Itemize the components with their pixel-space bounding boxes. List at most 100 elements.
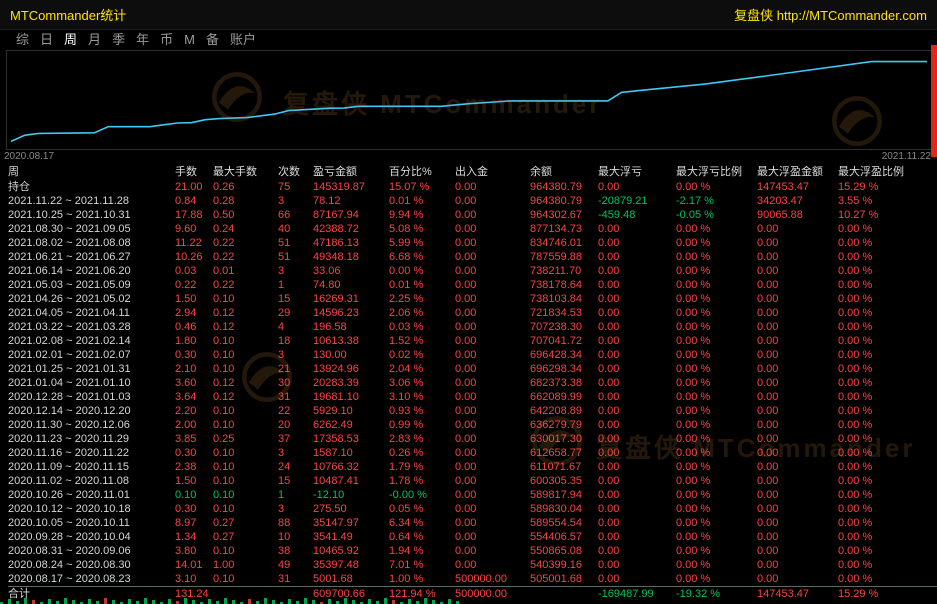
table-row[interactable]: 2021.04.26 ~ 2021.05.021.500.101516269.3… bbox=[8, 292, 937, 306]
table-row[interactable]: 2020.11.09 ~ 2020.11.152.380.102410766.3… bbox=[8, 460, 937, 474]
table-row[interactable]: 2020.08.17 ~ 2020.08.233.100.10315001.68… bbox=[8, 572, 937, 587]
cell: 1.00 % bbox=[389, 572, 455, 587]
cell: 0.00 % bbox=[676, 292, 757, 306]
table-row[interactable]: 2020.11.16 ~ 2020.11.220.300.1031587.100… bbox=[8, 446, 937, 460]
table-body: 持仓21.000.2675145319.8715.07 %0.00964380.… bbox=[8, 180, 937, 601]
menu-item-quarter[interactable]: 季 bbox=[112, 30, 125, 50]
brand-link[interactable]: 复盘侠 http://MTCommander.com bbox=[734, 5, 927, 24]
table-row[interactable]: 2021.05.03 ~ 2021.05.090.220.22174.800.0… bbox=[8, 278, 937, 292]
table-row[interactable]: 2020.10.12 ~ 2020.10.180.300.103275.500.… bbox=[8, 502, 937, 516]
cell: 0.00 bbox=[757, 404, 838, 418]
table-row[interactable]: 2021.02.01 ~ 2021.02.070.300.103130.000.… bbox=[8, 348, 937, 362]
cell: 1.00 bbox=[213, 558, 278, 572]
cell: 3.80 bbox=[175, 544, 213, 558]
cell: 2.25 % bbox=[389, 292, 455, 306]
cell: 0.00 % bbox=[676, 348, 757, 362]
period-cell: 2020.11.02 ~ 2020.11.08 bbox=[8, 474, 175, 488]
menu-item-currency[interactable]: 币 bbox=[160, 30, 173, 50]
cell: 0.00 bbox=[757, 264, 838, 278]
table-row[interactable]: 2021.04.05 ~ 2021.04.112.940.122914596.2… bbox=[8, 306, 937, 320]
cell: 0.12 bbox=[213, 306, 278, 320]
cell: 738103.84 bbox=[530, 292, 598, 306]
table-row[interactable]: 2021.06.21 ~ 2021.06.2710.260.225149348.… bbox=[8, 250, 937, 264]
cell: 0.00 % bbox=[676, 432, 757, 446]
cell: 2.94 bbox=[175, 306, 213, 320]
open-position-row[interactable]: 持仓21.000.2675145319.8715.07 %0.00964380.… bbox=[8, 180, 937, 194]
table-row[interactable]: 2020.08.24 ~ 2020.08.3014.011.004935397.… bbox=[8, 558, 937, 572]
table-row[interactable]: 2021.03.22 ~ 2021.03.280.460.124196.580.… bbox=[8, 320, 937, 334]
cell: 2.20 bbox=[175, 404, 213, 418]
cell: 0.00 bbox=[455, 320, 530, 334]
cell: 0.00 % bbox=[676, 236, 757, 250]
cell: 0.12 bbox=[213, 390, 278, 404]
table-row[interactable]: 2020.12.28 ~ 2021.01.033.640.123119681.1… bbox=[8, 390, 937, 404]
table-row[interactable]: 2020.09.28 ~ 2020.10.041.340.27103541.49… bbox=[8, 530, 937, 544]
menu-item-m[interactable]: M bbox=[184, 30, 195, 50]
cell: 964302.67 bbox=[530, 208, 598, 222]
cell: 5.99 % bbox=[389, 236, 455, 250]
cell: 0.00 % bbox=[676, 376, 757, 390]
table-row[interactable]: 2021.01.25 ~ 2021.01.312.100.102113924.9… bbox=[8, 362, 937, 376]
table-row[interactable]: 2020.10.05 ~ 2020.10.118.970.278835147.9… bbox=[8, 516, 937, 530]
menu-item-week[interactable]: 周 bbox=[64, 30, 77, 50]
period-cell: 2020.10.12 ~ 2020.10.18 bbox=[8, 502, 175, 516]
menu-item-year[interactable]: 年 bbox=[136, 30, 149, 50]
cell: -19.32 % bbox=[676, 587, 757, 602]
column-header-0: 周 bbox=[8, 164, 175, 180]
cell: 13924.96 bbox=[313, 362, 389, 376]
period-cell: 持仓 bbox=[8, 180, 175, 194]
cell: 612658.77 bbox=[530, 446, 598, 460]
cell: 0.00 bbox=[455, 236, 530, 250]
cell: 0.00 bbox=[598, 376, 676, 390]
table-row[interactable]: 2020.11.30 ~ 2020.12.062.000.10206262.49… bbox=[8, 418, 937, 432]
column-header-8: 最大浮亏 bbox=[598, 164, 676, 180]
table-row[interactable]: 2021.08.30 ~ 2021.09.059.600.244042388.7… bbox=[8, 222, 937, 236]
cell: 78.12 bbox=[313, 194, 389, 208]
mini-bar bbox=[152, 600, 155, 604]
period-cell: 2020.10.05 ~ 2020.10.11 bbox=[8, 516, 175, 530]
cell: 0.27 bbox=[213, 530, 278, 544]
period-cell: 2021.03.22 ~ 2021.03.28 bbox=[8, 320, 175, 334]
cell: 682373.38 bbox=[530, 376, 598, 390]
menu-item-month[interactable]: 月 bbox=[88, 30, 101, 50]
cell: 2.10 bbox=[175, 362, 213, 376]
table-row[interactable]: 2020.11.23 ~ 2020.11.293.850.253717358.5… bbox=[8, 432, 937, 446]
cell: 0.00 % bbox=[838, 362, 937, 376]
cell: 0.00 bbox=[598, 502, 676, 516]
cell: 0.00 bbox=[757, 516, 838, 530]
table-row[interactable]: 2020.10.26 ~ 2020.11.010.100.101-12.10-0… bbox=[8, 488, 937, 502]
cell: 0.00 bbox=[455, 530, 530, 544]
mini-bar bbox=[184, 598, 187, 604]
cell: 0.00 bbox=[455, 180, 530, 194]
mini-bar bbox=[264, 598, 267, 604]
table-row[interactable]: 2020.12.14 ~ 2020.12.202.200.10225929.10… bbox=[8, 404, 937, 418]
table-row[interactable]: 2021.02.08 ~ 2021.02.141.800.101810613.3… bbox=[8, 334, 937, 348]
cell: 0.10 bbox=[213, 348, 278, 362]
cell: 8.97 bbox=[175, 516, 213, 530]
table-row[interactable]: 2021.11.22 ~ 2021.11.280.840.28378.120.0… bbox=[8, 194, 937, 208]
cell: 0.00 % bbox=[838, 446, 937, 460]
table-row[interactable]: 2021.01.04 ~ 2021.01.103.600.123020283.3… bbox=[8, 376, 937, 390]
cell: 0.01 bbox=[213, 264, 278, 278]
menu-item-account[interactable]: 账户 bbox=[230, 30, 256, 50]
table-row[interactable]: 2020.11.02 ~ 2020.11.081.500.101510487.4… bbox=[8, 474, 937, 488]
table-row[interactable]: 2021.08.02 ~ 2021.08.0811.220.225147186.… bbox=[8, 236, 937, 250]
menu-item-summary[interactable]: 综 bbox=[16, 30, 29, 50]
table-row[interactable]: 2020.08.31 ~ 2020.09.063.800.103810465.9… bbox=[8, 544, 937, 558]
cell: 31 bbox=[278, 572, 313, 587]
table-row[interactable]: 2021.06.14 ~ 2021.06.200.030.01333.060.0… bbox=[8, 264, 937, 278]
cell: 0.00 % bbox=[838, 404, 937, 418]
menu-item-memo[interactable]: 备 bbox=[206, 30, 219, 50]
mini-bar bbox=[88, 599, 91, 604]
cell: 196.58 bbox=[313, 320, 389, 334]
cell: 0.22 bbox=[213, 236, 278, 250]
menu-item-day[interactable]: 日 bbox=[40, 30, 53, 50]
cell: 0.00 % bbox=[838, 222, 937, 236]
cell: 40 bbox=[278, 222, 313, 236]
cell: 0.00 bbox=[455, 292, 530, 306]
cell: 15.29 % bbox=[838, 180, 937, 194]
table-row[interactable]: 2021.10.25 ~ 2021.10.3117.880.506687167.… bbox=[8, 208, 937, 222]
cell: 0.00 % bbox=[676, 502, 757, 516]
cell: 0.00 % bbox=[838, 544, 937, 558]
cell: 0.00 bbox=[455, 362, 530, 376]
